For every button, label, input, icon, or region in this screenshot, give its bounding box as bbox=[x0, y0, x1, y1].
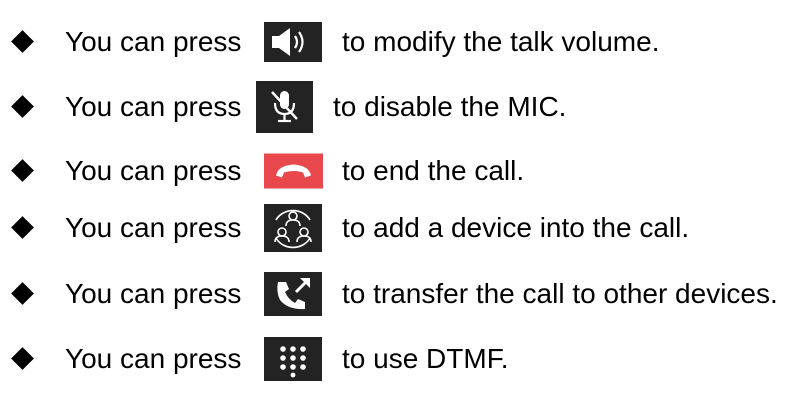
transfer-call-icon bbox=[264, 272, 322, 316]
item-suffix: to use DTMF. bbox=[342, 343, 509, 374]
diamond-bullet-icon bbox=[11, 216, 34, 239]
end-call-icon bbox=[264, 153, 323, 189]
bullet-item-end-call: You can press to end the call. bbox=[0, 143, 795, 199]
item-suffix: to disable the MIC. bbox=[333, 91, 567, 122]
item-suffix: to modify the talk volume. bbox=[342, 26, 660, 57]
diamond-bullet-icon bbox=[11, 347, 34, 370]
bullet-item-transfer: You can press to transfer the call to ot… bbox=[0, 266, 795, 322]
bullet-item-mic: You can press to disable the MIC. bbox=[0, 79, 795, 135]
diamond-bullet-icon bbox=[11, 159, 34, 182]
diamond-bullet-icon bbox=[11, 95, 34, 118]
item-prefix: You can press bbox=[65, 278, 242, 309]
item-suffix: to add a device into the call. bbox=[342, 212, 690, 243]
bullet-item-dtmf: You can press to use DTMF. bbox=[0, 331, 795, 387]
item-prefix: You can press bbox=[65, 91, 242, 122]
dtmf-keypad-icon bbox=[264, 337, 322, 381]
bullet-item-volume: You can press to modify the talk volume. bbox=[0, 14, 795, 70]
item-suffix: to end the call. bbox=[342, 155, 525, 186]
bullet-list: You can press to modify the talk volume.… bbox=[0, 0, 795, 402]
mic-mute-icon bbox=[256, 81, 313, 133]
bullet-item-add-device: You can press to add a device into the c… bbox=[0, 200, 795, 256]
item-prefix: You can press bbox=[65, 155, 242, 186]
diamond-bullet-icon bbox=[11, 30, 34, 53]
item-prefix: You can press bbox=[65, 26, 242, 57]
add-device-conference-icon bbox=[264, 204, 322, 252]
speaker-volume-icon bbox=[264, 22, 322, 62]
item-prefix: You can press bbox=[65, 343, 242, 374]
item-prefix: You can press bbox=[65, 212, 242, 243]
item-suffix: to transfer the call to other devices. bbox=[342, 278, 778, 309]
diamond-bullet-icon bbox=[11, 282, 34, 305]
